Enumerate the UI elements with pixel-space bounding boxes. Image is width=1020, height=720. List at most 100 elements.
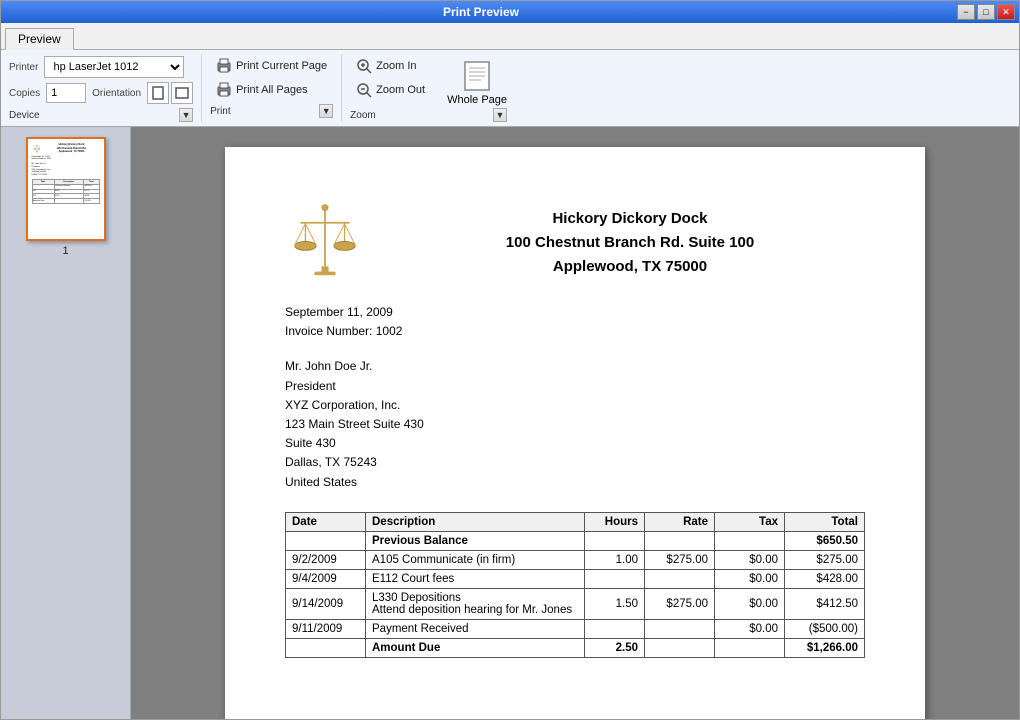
col-total: Total	[785, 512, 865, 531]
row4-description: L330 DepositionsAttend deposition hearin…	[366, 588, 585, 619]
row6-description: Amount Due	[366, 638, 585, 657]
tab-preview[interactable]: Preview	[5, 28, 74, 50]
table-row: Amount Due 2.50 $1,266.00	[286, 638, 865, 657]
row2-description: A105 Communicate (in firm)	[366, 550, 585, 569]
table-header-row: Date Description Hours Rate Tax Total	[286, 512, 865, 531]
preview-area[interactable]: Hickory Dickory Dock 100 Chestnut Branch…	[131, 127, 1019, 719]
orientation-buttons	[147, 82, 193, 104]
print-current-page-button[interactable]: Print Current Page	[210, 54, 333, 78]
print-group-label-bar: Print ▼	[210, 102, 333, 118]
page-number-1: 1	[62, 245, 68, 257]
whole-page-label[interactable]: Whole Page	[447, 94, 507, 106]
table-row: 9/11/2009 Payment Received $0.00 ($500.0…	[286, 619, 865, 638]
main-area: Hickory Dickory Dock100 Chestnut Branch …	[1, 127, 1019, 719]
printer-row: Printer hp LaserJet 1012	[9, 54, 184, 80]
row6-rate	[645, 638, 715, 657]
toolbar-zoom-group: Zoom In Zoom Out	[342, 54, 515, 122]
invoice-number-row: Invoice Number: 1002	[285, 322, 865, 341]
print-all-pages-button[interactable]: Print All Pages	[210, 78, 314, 102]
row4-date: 9/14/2009	[286, 588, 366, 619]
row5-date: 9/11/2009	[286, 619, 366, 638]
zoom-expand-button[interactable]: ▼	[493, 108, 507, 122]
col-rate: Rate	[645, 512, 715, 531]
col-date: Date	[286, 512, 366, 531]
col-tax: Tax	[715, 512, 785, 531]
whole-page-icon	[459, 58, 495, 94]
copies-input[interactable]	[46, 83, 86, 103]
invoice-header: Hickory Dickory Dock 100 Chestnut Branch…	[285, 197, 865, 279]
table-row: Previous Balance $650.50	[286, 531, 865, 550]
row2-rate: $275.00	[645, 550, 715, 569]
row2-total: $275.00	[785, 550, 865, 569]
restore-button[interactable]: □	[977, 4, 995, 20]
invoice-number-label: Invoice Number:	[285, 324, 372, 338]
close-button[interactable]: ✕	[997, 4, 1015, 20]
row4-tax: $0.00	[715, 588, 785, 619]
recipient-address1: 123 Main Street Suite 430	[285, 415, 865, 434]
landscape-button[interactable]	[171, 82, 193, 104]
page-thumb-1[interactable]: Hickory Dickory Dock100 Chestnut Branch …	[26, 137, 106, 241]
company-header: Hickory Dickory Dock 100 Chestnut Branch…	[395, 197, 865, 279]
row1-total: $650.50	[785, 531, 865, 550]
toolbar: Printer hp LaserJet 1012 Copies Orientat…	[1, 50, 1019, 127]
recipient-country: United States	[285, 473, 865, 492]
toolbar-device-group: Printer hp LaserJet 1012 Copies Orientat…	[9, 54, 202, 122]
row4-total: $412.50	[785, 588, 865, 619]
row3-date: 9/4/2009	[286, 569, 366, 588]
copies-label: Copies	[9, 88, 40, 99]
toolbar-print-group: Print Current Page Print All Pages Print…	[202, 54, 342, 122]
preview-paper: Hickory Dickory Dock 100 Chestnut Branch…	[225, 147, 925, 719]
row6-date	[286, 638, 366, 657]
row3-tax: $0.00	[715, 569, 785, 588]
row1-tax	[715, 531, 785, 550]
printer-all-icon	[216, 82, 232, 98]
title-bar-buttons: − □ ✕	[957, 4, 1015, 20]
row3-total: $428.00	[785, 569, 865, 588]
row2-hours: 1.00	[585, 550, 645, 569]
row3-rate	[645, 569, 715, 588]
recipient-name: Mr. John Doe Jr.	[285, 357, 865, 376]
device-expand-button[interactable]: ▼	[179, 108, 193, 122]
company-name-line2: 100 Chestnut Branch Rd. Suite 100	[395, 231, 865, 255]
printer-icon	[216, 58, 232, 74]
invoice-table: Date Description Hours Rate Tax Total Pr…	[285, 512, 865, 658]
row6-total: $1,266.00	[785, 638, 865, 657]
row5-total: ($500.00)	[785, 619, 865, 638]
page-thumbnails: Hickory Dickory Dock100 Chestnut Branch …	[26, 137, 106, 257]
row5-description: Payment Received	[366, 619, 585, 638]
device-group-label: Device	[9, 110, 40, 121]
print-all-pages-label: Print All Pages	[236, 84, 308, 96]
zoom-out-button[interactable]: Zoom Out	[350, 78, 431, 102]
recipient-city: Dallas, TX 75243	[285, 453, 865, 472]
table-row: 9/14/2009 L330 DepositionsAttend deposit…	[286, 588, 865, 619]
printer-select[interactable]: hp LaserJet 1012	[44, 56, 184, 78]
recipient-title: President	[285, 377, 865, 396]
zoom-group-label: Zoom	[350, 110, 376, 121]
tab-bar: Preview	[1, 23, 1019, 50]
row4-hours: 1.50	[585, 588, 645, 619]
invoice-number-value: 1002	[376, 324, 403, 338]
address-block: Mr. John Doe Jr. President XYZ Corporati…	[285, 357, 865, 491]
row5-tax: $0.00	[715, 619, 785, 638]
window-title: Print Preview	[5, 5, 957, 19]
invoice-date: September 11, 2009	[285, 303, 865, 322]
main-window: Print Preview − □ ✕ Preview Printer hp L…	[0, 0, 1020, 720]
recipient-address2: Suite 430	[285, 434, 865, 453]
device-group-label-bar: Device ▼	[9, 106, 193, 122]
row6-tax	[715, 638, 785, 657]
zoom-out-icon	[356, 82, 372, 98]
company-name-line1: Hickory Dickory Dock	[395, 207, 865, 231]
row1-rate	[645, 531, 715, 550]
print-current-page-label: Print Current Page	[236, 60, 327, 72]
print-expand-button[interactable]: ▼	[319, 104, 333, 118]
zoom-in-button[interactable]: Zoom In	[350, 54, 431, 78]
row4-rate: $275.00	[645, 588, 715, 619]
row3-description: E112 Court fees	[366, 569, 585, 588]
portrait-button[interactable]	[147, 82, 169, 104]
minimize-button[interactable]: −	[957, 4, 975, 20]
title-bar: Print Preview − □ ✕	[1, 1, 1019, 23]
zoom-in-label: Zoom In	[376, 60, 416, 72]
zoom-group-label-bar: Zoom ▼	[350, 106, 507, 122]
print-group-label: Print	[210, 106, 231, 117]
zoom-out-label: Zoom Out	[376, 84, 425, 96]
